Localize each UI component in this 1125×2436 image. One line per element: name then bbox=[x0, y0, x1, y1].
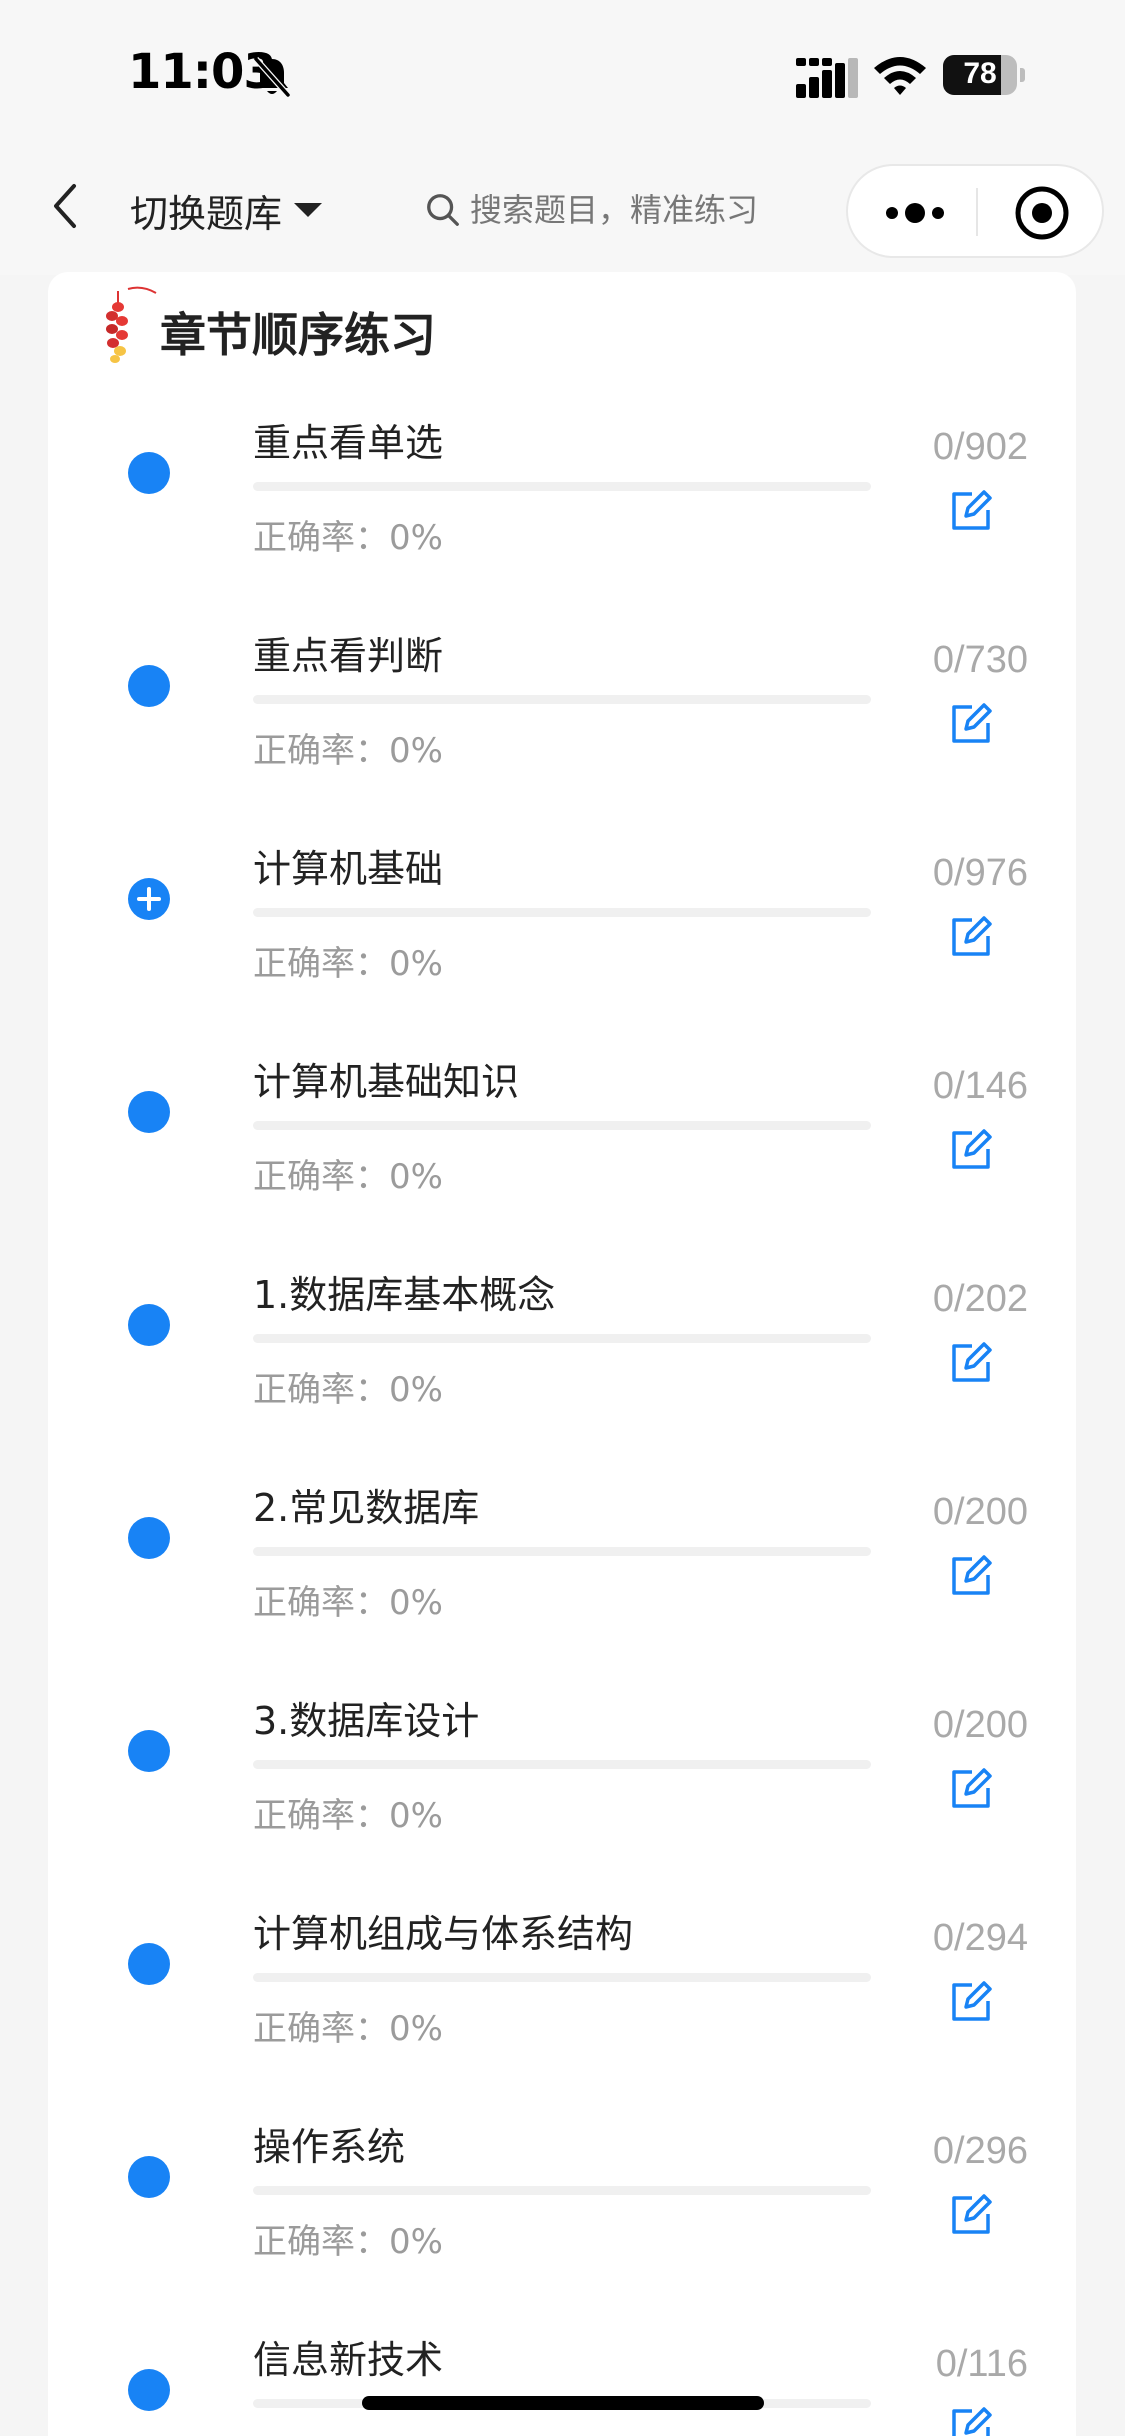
chapter-dot-icon[interactable] bbox=[128, 1304, 170, 1346]
chapter-accuracy: 正确率：0% bbox=[253, 1157, 443, 1197]
home-indicator[interactable] bbox=[362, 2396, 764, 2410]
chapter-count: 0/200 bbox=[932, 1704, 1028, 1746]
chapter-count: 0/902 bbox=[932, 426, 1028, 468]
expand-plus-icon[interactable] bbox=[128, 878, 170, 920]
chapter-accuracy: 正确率：0% bbox=[253, 2009, 443, 2049]
chapter-dot-icon[interactable] bbox=[128, 2369, 170, 2411]
chapter-count: 0/200 bbox=[932, 1491, 1028, 1533]
edit-practice-icon[interactable] bbox=[948, 1979, 994, 2025]
edit-practice-icon[interactable] bbox=[948, 1766, 994, 1812]
chapter-progress-bar bbox=[253, 1973, 871, 1982]
chapter-title[interactable]: 计算机基础 bbox=[253, 838, 443, 893]
section-header: 章节顺序练习 bbox=[98, 272, 436, 372]
chapter-title[interactable]: 重点看单选 bbox=[253, 412, 443, 467]
chapter-progress-bar bbox=[253, 2186, 871, 2195]
search-icon bbox=[427, 194, 459, 226]
chapter-row[interactable]: 重点看单选正确率：0% 0/902 bbox=[48, 412, 1076, 625]
caret-down-icon bbox=[294, 203, 323, 217]
chapter-title[interactable]: 3.数据库设计 bbox=[253, 1690, 479, 1745]
chapter-title[interactable]: 重点看判断 bbox=[253, 625, 443, 680]
chapter-count: 0/202 bbox=[932, 1278, 1028, 1320]
chapter-title[interactable]: 计算机组成与体系结构 bbox=[253, 1903, 633, 1958]
chapter-dot-icon[interactable] bbox=[128, 665, 170, 707]
chapter-title[interactable]: 1.数据库基本概念 bbox=[253, 1264, 555, 1319]
edit-practice-icon[interactable] bbox=[948, 2192, 994, 2238]
firecracker-icon bbox=[106, 286, 157, 363]
chapter-count: 0/296 bbox=[932, 2130, 1028, 2172]
chapter-dot-icon[interactable] bbox=[128, 1730, 170, 1772]
close-target-icon[interactable] bbox=[1014, 185, 1070, 241]
chapter-count: 0/976 bbox=[932, 852, 1028, 894]
chapter-dot-icon[interactable] bbox=[128, 1943, 170, 1985]
chapter-progress-bar bbox=[253, 695, 871, 704]
chapter-dot-icon[interactable] bbox=[128, 2156, 170, 2198]
more-dots-icon[interactable] bbox=[884, 196, 946, 230]
edit-practice-icon[interactable] bbox=[948, 1127, 994, 1173]
chapter-accuracy: 正确率：0% bbox=[253, 1796, 443, 1836]
status-bar: 11:03 78 bbox=[0, 0, 1125, 150]
chapter-progress-bar bbox=[253, 1760, 871, 1769]
battery-tip bbox=[1020, 68, 1025, 82]
chapter-count: 0/294 bbox=[932, 1917, 1028, 1959]
chapter-row[interactable]: 2.常见数据库正确率：0% 0/200 bbox=[48, 1477, 1076, 1690]
chapter-accuracy: 正确率：0% bbox=[253, 1583, 443, 1623]
chapter-dot-icon[interactable] bbox=[128, 452, 170, 494]
chapter-row[interactable]: 3.数据库设计正确率：0% 0/200 bbox=[48, 1690, 1076, 1903]
switch-bank-button[interactable]: 切换题库 bbox=[130, 182, 323, 238]
bell-muted-icon bbox=[253, 57, 291, 97]
chapter-card: 章节顺序练习 重点看单选 正确率：0% 0/902 重点看判断 正确率：0% 0/730 计… bbox=[48, 272, 1076, 2436]
edit-practice-icon[interactable] bbox=[948, 701, 994, 747]
chapter-row[interactable]: 计算机基础知识正确率：0% 0/146 bbox=[48, 1051, 1076, 1264]
chapter-progress-bar bbox=[253, 1334, 871, 1343]
edit-practice-icon[interactable] bbox=[948, 488, 994, 534]
battery-percent: 78 bbox=[963, 57, 997, 90]
cellular-signal-icon bbox=[796, 58, 858, 98]
chapter-dot-icon[interactable] bbox=[128, 1517, 170, 1559]
chapter-dot-icon[interactable] bbox=[128, 1091, 170, 1133]
chapter-title[interactable]: 操作系统 bbox=[253, 2116, 405, 2171]
search-bar[interactable] bbox=[400, 178, 800, 242]
chapter-title[interactable]: 计算机基础知识 bbox=[253, 1051, 519, 1106]
edit-practice-icon[interactable] bbox=[948, 1553, 994, 1599]
capsule-divider bbox=[976, 188, 978, 236]
chapter-title[interactable]: 信息新技术 bbox=[253, 2329, 443, 2384]
chapter-progress-bar bbox=[253, 1121, 871, 1130]
chapter-accuracy: 正确率：0% bbox=[253, 731, 443, 771]
edit-practice-icon[interactable] bbox=[948, 2405, 994, 2436]
chapter-accuracy: 正确率：0% bbox=[253, 1370, 443, 1410]
chapter-row[interactable]: 1.数据库基本概念正确率：0% 0/202 bbox=[48, 1264, 1076, 1477]
battery-indicator: 78 bbox=[943, 55, 1025, 95]
chapter-count: 0/146 bbox=[932, 1065, 1028, 1107]
chapter-row[interactable]: 重点看判断正确率：0% 0/730 bbox=[48, 625, 1076, 838]
screen: 11:03 78 切换题库 搜索题目，精准练习 章节顺序练习 重点看单选 正确率… bbox=[0, 0, 1125, 2436]
nav-bar: 切换题库 bbox=[0, 150, 1125, 275]
chapter-progress-bar bbox=[253, 482, 871, 491]
chapter-progress-bar bbox=[253, 908, 871, 917]
battery-body: 78 bbox=[943, 55, 1017, 95]
chapter-accuracy: 正确率：0% bbox=[253, 944, 443, 984]
chapter-row[interactable]: 操作系统正确率：0% 0/296 bbox=[48, 2116, 1076, 2329]
chapter-accuracy: 正确率：0% bbox=[253, 518, 443, 558]
chapter-accuracy: 正确率：0% bbox=[253, 2222, 443, 2262]
chapter-progress-bar bbox=[253, 1547, 871, 1556]
chapter-row[interactable]: 计算机基础正确率：0% 0/976 bbox=[48, 838, 1076, 1051]
edit-practice-icon[interactable] bbox=[948, 1340, 994, 1386]
section-title: 章节顺序练习 bbox=[160, 308, 436, 362]
chapter-row[interactable]: 计算机组成与体系结构正确率：0% 0/294 bbox=[48, 1903, 1076, 2116]
chapter-count: 0/116 bbox=[935, 2343, 1028, 2385]
chapter-row[interactable]: 信息新技术 0/116 bbox=[48, 2329, 1076, 2436]
edit-practice-icon[interactable] bbox=[948, 914, 994, 960]
wifi-icon bbox=[874, 57, 926, 95]
miniprogram-capsule bbox=[846, 164, 1104, 258]
chapter-count: 0/730 bbox=[932, 639, 1028, 681]
search-input[interactable] bbox=[470, 191, 800, 229]
back-arrow-icon[interactable] bbox=[44, 178, 88, 234]
switch-bank-label: 切换题库 bbox=[130, 191, 283, 236]
chapter-title[interactable]: 2.常见数据库 bbox=[253, 1477, 479, 1532]
